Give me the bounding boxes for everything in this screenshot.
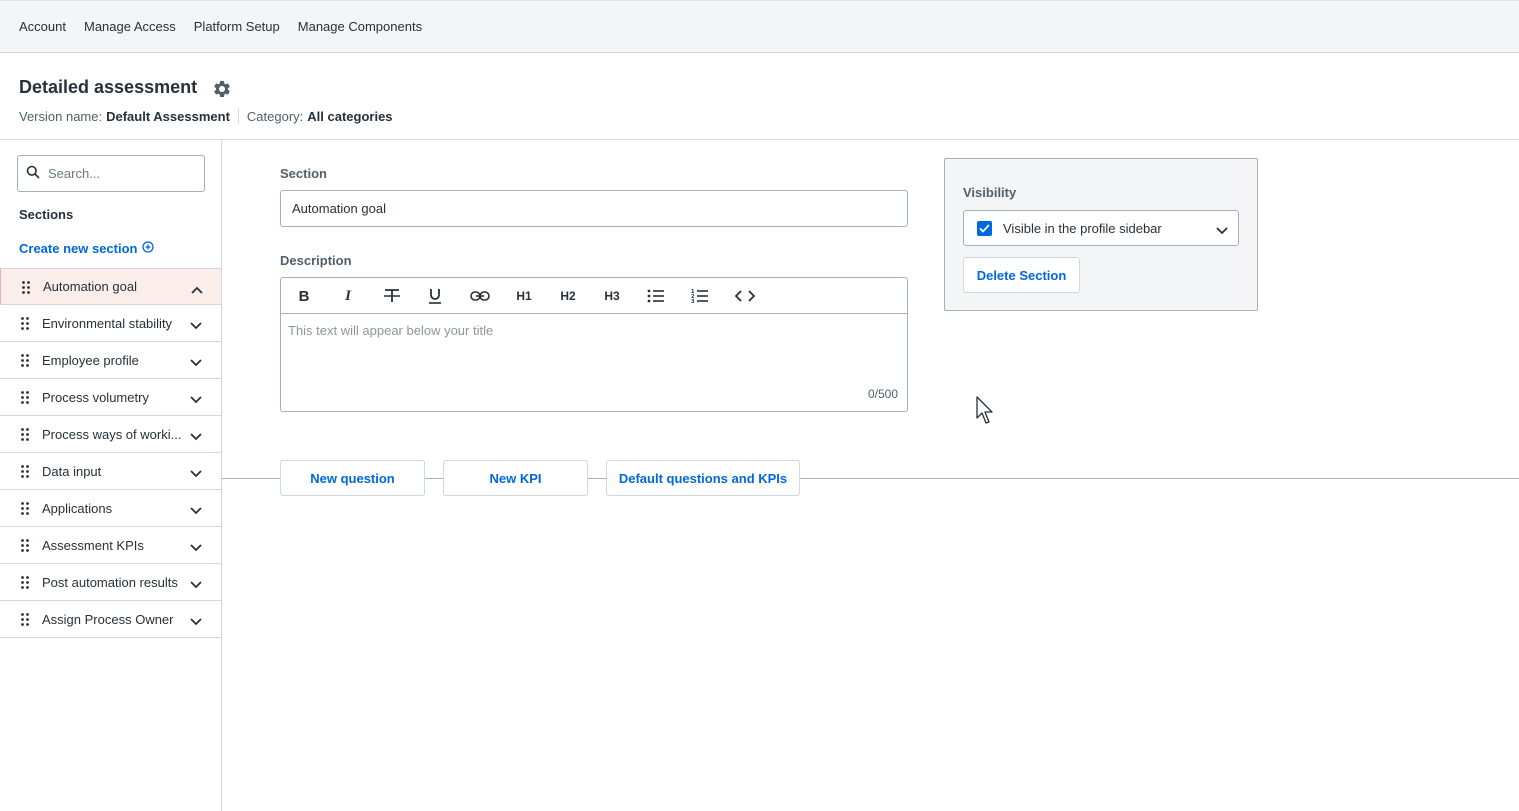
chevron-down-icon[interactable] [190,355,202,370]
section-item-applications[interactable]: Applications [0,490,221,527]
numbered-list-icon[interactable]: 123 [690,286,710,306]
description-field-label: Description [280,253,352,268]
chevron-down-icon[interactable] [190,577,202,592]
section-item-label: Assessment KPIs [42,537,144,553]
section-item-environmental-stability[interactable]: Environmental stability [0,305,221,342]
drag-handle-icon[interactable] [21,539,29,555]
gear-icon[interactable] [212,79,232,99]
drag-handle-icon[interactable] [22,281,30,297]
visibility-option-text: Visible in the profile sidebar [1003,220,1162,236]
chevron-down-icon[interactable] [190,318,202,333]
italic-button[interactable]: I [340,286,356,306]
drag-handle-icon[interactable] [21,317,29,333]
section-item-label: Process ways of worki... [42,426,182,442]
section-item-label: Environmental stability [42,315,173,331]
editor-toolbar: B I H1 H2 H3 123 [281,278,907,314]
checkmark-icon [979,224,990,233]
section-list: Automation goal Environmental stability … [0,268,221,638]
search-box [17,155,205,192]
plus-circle-icon [138,241,154,256]
section-item-label: Data input [42,463,102,479]
header-divider [0,139,1519,140]
section-item-label: Employee profile [42,352,139,368]
section-item-automation-goal[interactable]: Automation goal [0,268,221,305]
nav-account[interactable]: Account [19,19,66,34]
section-item-post-automation-results[interactable]: Post automation results [0,564,221,601]
description-editor[interactable]: B I H1 H2 H3 123 This text will appear b… [280,277,908,412]
default-questions-kpis-button[interactable]: Default questions and KPIs [606,460,800,496]
section-item-assessment-kpis[interactable]: Assessment KPIs [0,527,221,564]
chevron-down-icon[interactable] [190,540,202,555]
bold-button[interactable]: B [296,286,312,306]
heading-2-button[interactable]: H2 [557,286,579,306]
new-kpi-button[interactable]: New KPI [443,460,588,496]
drag-handle-icon[interactable] [21,576,29,592]
section-item-label: Post automation results [42,574,178,590]
section-item-label: Automation goal [43,279,137,294]
chevron-down-icon[interactable] [190,503,202,518]
assessment-meta: Version name: Default Assessment Categor… [19,108,393,124]
description-placeholder: This text will appear below your title [288,323,494,338]
section-item-label: Process volumetry [42,389,149,405]
strikethrough-icon[interactable] [382,286,402,306]
chevron-down-icon[interactable] [190,614,202,629]
create-section-label: Create new section [19,241,138,256]
chevron-down-icon[interactable] [1216,223,1228,238]
create-section-link[interactable]: Create new section [19,241,154,256]
section-name-value: Automation goal [292,201,386,216]
section-name-input[interactable]: Automation goal [280,190,908,227]
version-label: Version name: [19,108,103,124]
section-item-data-input[interactable]: Data input [0,453,221,490]
drag-handle-icon[interactable] [21,502,29,518]
bullet-list-icon[interactable] [646,286,666,306]
drag-handle-icon[interactable] [21,613,29,629]
section-item-label: Assign Process Owner [42,611,174,627]
drag-handle-icon[interactable] [21,391,29,407]
meta-divider [237,108,239,124]
section-item-process-volumetry[interactable]: Process volumetry [0,379,221,416]
character-count: 0/500 [867,387,898,401]
search-icon [26,165,40,182]
section-item-label: Applications [42,500,113,516]
visibility-panel: Visibility Visible in the profile sideba… [944,158,1258,311]
chevron-down-icon[interactable] [190,392,202,407]
visibility-checkbox[interactable] [977,221,992,236]
visibility-dropdown[interactable]: Visible in the profile sidebar [963,210,1239,246]
sections-heading: Sections [19,207,74,222]
code-icon[interactable] [734,286,756,306]
drag-handle-icon[interactable] [21,465,29,481]
mouse-cursor-icon [976,396,996,429]
search-input[interactable] [48,166,188,181]
underline-icon[interactable] [426,286,444,306]
nav-manage-components[interactable]: Manage Components [298,19,422,34]
heading-1-button[interactable]: H1 [513,286,535,306]
drag-handle-icon[interactable] [21,428,29,444]
svg-text:3: 3 [691,299,695,304]
heading-3-button[interactable]: H3 [601,286,623,306]
section-item-process-ways-of-working[interactable]: Process ways of worki... [0,416,221,453]
version-value: Default Assessment [106,108,230,124]
category-label: Category: [246,108,304,124]
link-icon[interactable] [469,286,491,306]
section-item-employee-profile[interactable]: Employee profile [0,342,221,379]
section-field-label: Section [280,166,327,181]
nav-platform-setup[interactable]: Platform Setup [194,19,280,34]
new-question-button[interactable]: New question [280,460,425,496]
visibility-label: Visibility [963,185,1017,200]
top-navigation: Account Manage Access Platform Setup Man… [0,0,1519,53]
category-value: All categories [307,108,393,124]
page-title: Detailed assessment [19,77,198,97]
drag-handle-icon[interactable] [21,354,29,370]
chevron-down-icon[interactable] [190,466,202,481]
nav-manage-access[interactable]: Manage Access [84,19,176,34]
delete-section-button[interactable]: Delete Section [963,257,1080,293]
section-item-assign-process-owner[interactable]: Assign Process Owner [0,601,221,638]
sections-sidebar: Sections Create new section Automation g… [0,140,222,811]
chevron-down-icon[interactable] [190,429,202,444]
chevron-up-icon[interactable] [191,282,203,297]
